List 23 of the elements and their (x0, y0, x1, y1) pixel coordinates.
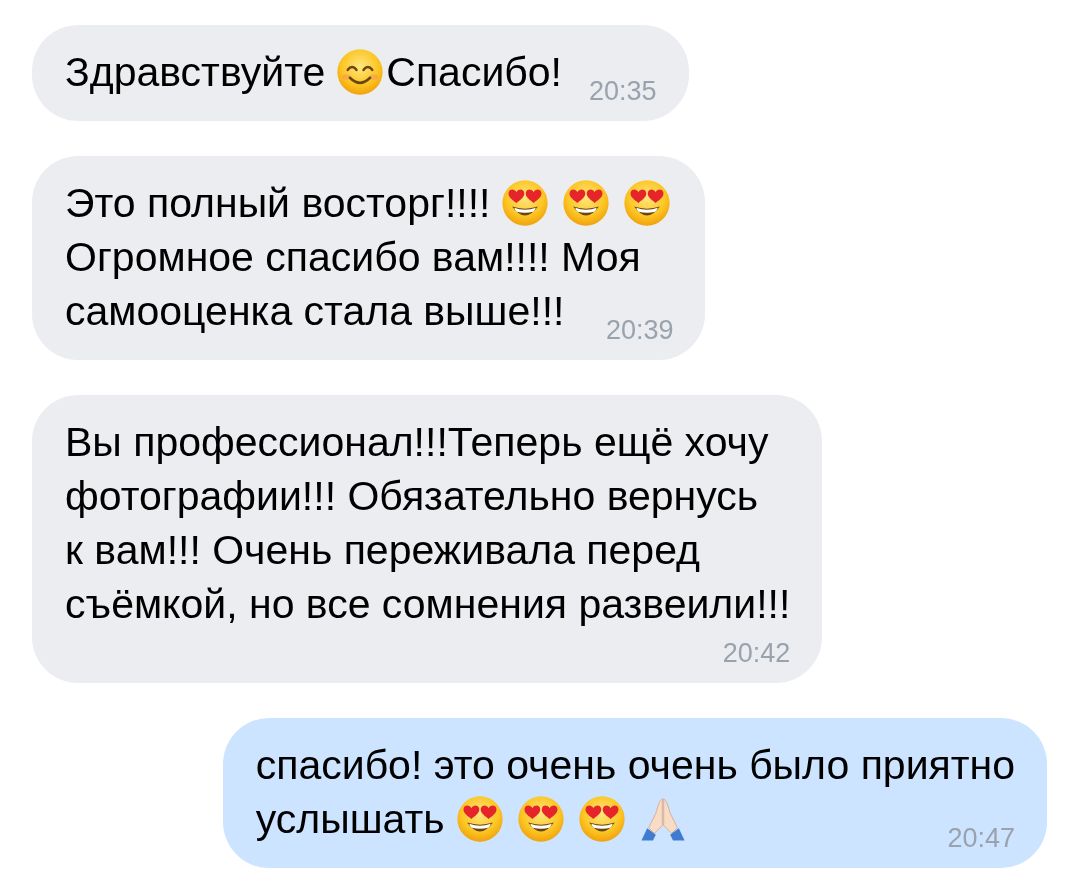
message-text: Здравствуйте (65, 49, 326, 95)
heart-eyes-face-icon (502, 180, 549, 226)
message-time: 20:47 (947, 825, 1015, 852)
heart-eyes-face-icon (624, 180, 671, 226)
message-text: фотографии!!! Обязательно вернусь (65, 473, 759, 519)
message-text: к вам!!! Очень переживала перед (65, 527, 700, 573)
message-text: Вы профессионал!!!Теперь ещё хочу (65, 419, 769, 465)
folded-hands-icon (639, 796, 686, 842)
heart-eyes-face-icon (517, 796, 564, 842)
message-text: Огромное спасибо вам!!!! Моя (65, 234, 641, 280)
message-time: 20:35 (589, 78, 657, 105)
smiling-face-icon (337, 49, 384, 95)
message-text: Это полный восторг!!!! (65, 180, 491, 226)
message-time: 20:39 (605, 317, 674, 344)
message-text: съёмкой, но все сомнения развеили!!! (65, 581, 791, 627)
message-text: услышать (255, 796, 445, 842)
message-text: Спасибо! (386, 49, 562, 95)
message-text: спасибо! это очень очень было приятно (255, 742, 1015, 788)
heart-eyes-face-icon (456, 796, 503, 842)
heart-eyes-face-icon (563, 180, 610, 226)
message-time: 20:42 (722, 640, 791, 667)
message-text: самооценка стала выше!!! (65, 288, 565, 334)
heart-eyes-face-icon (578, 796, 625, 842)
